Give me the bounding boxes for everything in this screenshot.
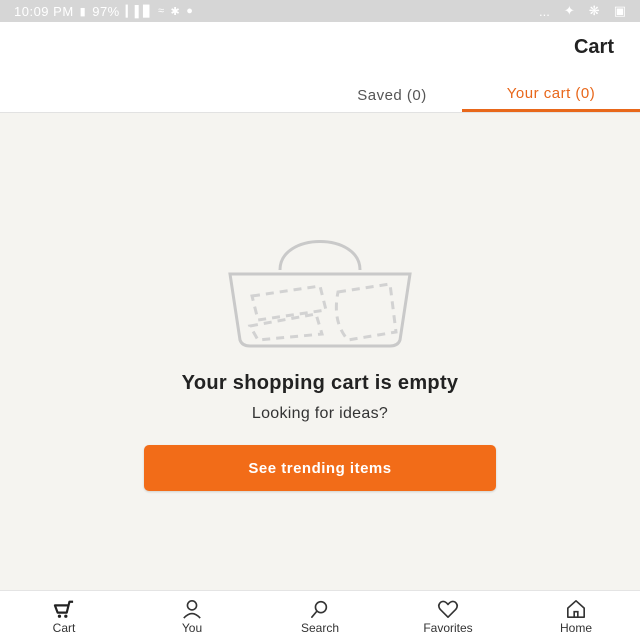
status-time: 10:09 PM bbox=[14, 3, 74, 19]
location-icon: ● bbox=[186, 5, 194, 17]
battery-level: 97% bbox=[92, 3, 120, 19]
nav-item-home[interactable]: Home bbox=[512, 591, 640, 641]
nav-label-search: Search bbox=[300, 621, 340, 635]
page-title: Cart bbox=[573, 36, 614, 58]
image-icon: ▣ bbox=[613, 3, 626, 18]
cart-icon bbox=[53, 600, 74, 618]
nav-item-favorites[interactable]: Favorites bbox=[384, 591, 512, 641]
see-trending-items-button[interactable]: See trending items bbox=[144, 445, 496, 491]
search-icon bbox=[311, 600, 328, 618]
bluetooth-icon: ✱ bbox=[170, 5, 181, 18]
empty-cart-subtitle: Looking for ideas? bbox=[251, 405, 389, 422]
empty-cart-title: Your shopping cart is empty bbox=[181, 372, 459, 394]
bottom-nav: Cart You Search Favorites Home bbox=[0, 590, 640, 641]
home-icon bbox=[567, 600, 586, 618]
cart-header: Cart Your cart (0) Saved (0) bbox=[0, 22, 640, 113]
empty-bag-illustration bbox=[228, 240, 412, 348]
nav-item-search[interactable]: Search bbox=[256, 591, 384, 641]
wifi-icon: ≈ bbox=[157, 5, 165, 17]
nav-item-cart[interactable]: Cart bbox=[0, 591, 128, 641]
person-icon bbox=[183, 600, 201, 619]
battery-icon: ▮ bbox=[79, 5, 87, 18]
nav-label-home: Home bbox=[559, 621, 592, 635]
more-dots: ... bbox=[539, 3, 550, 19]
signal-icon: ▎▌▊ bbox=[125, 5, 152, 18]
nav-label-you: You bbox=[181, 621, 203, 635]
tab-saved[interactable]: Saved (0) bbox=[322, 78, 462, 112]
status-right: ... ✦ ❋ ▣ bbox=[539, 3, 626, 19]
nav-item-you[interactable]: You bbox=[128, 591, 256, 641]
status-left: 10:09 PM ▮ 97% ▎▌▊ ≈ ✱ ● bbox=[14, 4, 193, 19]
bag-handle bbox=[278, 240, 362, 271]
nav-label-favorites: Favorites bbox=[423, 621, 473, 635]
nav-label-cart: Cart bbox=[52, 621, 76, 635]
tab-your-cart[interactable]: Your cart (0) bbox=[462, 78, 640, 112]
fan-icon: ❋ bbox=[588, 3, 600, 18]
heart-icon bbox=[437, 600, 459, 618]
status-bar: 10:09 PM ▮ 97% ▎▌▊ ≈ ✱ ● ... ✦ ❋ ▣ bbox=[0, 0, 640, 22]
notification-icon: ✦ bbox=[563, 3, 575, 18]
